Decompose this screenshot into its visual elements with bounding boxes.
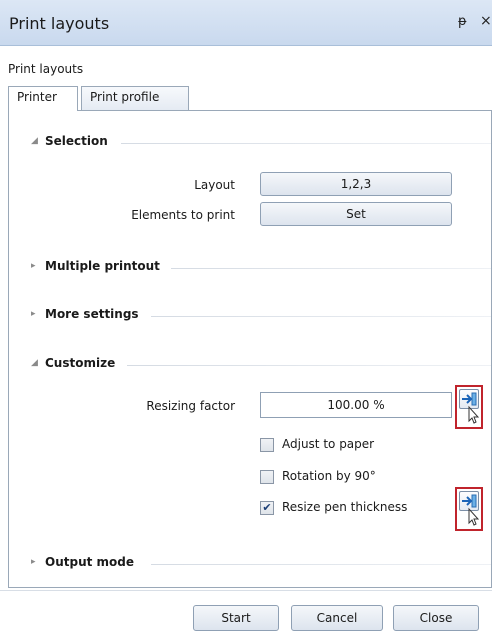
layout-button[interactable]: 1,2,3 [260, 172, 452, 196]
tab-print-profile[interactable]: Print profile [81, 86, 189, 110]
section-divider [171, 268, 491, 269]
collapsed-arrow-icon: ▸ [31, 309, 36, 319]
tab-printer[interactable]: Printer [8, 86, 78, 111]
section-multiple-printout-label: Multiple printout [45, 259, 160, 273]
section-more-settings-label: More settings [45, 307, 139, 321]
section-customize[interactable]: ◢ Customize [9, 355, 491, 375]
pin-icon[interactable]: ᵽ [458, 14, 467, 29]
apply-to-field-button[interactable] [455, 385, 483, 429]
adjust-to-paper-checkbox[interactable] [260, 438, 274, 452]
set-elements-button[interactable]: Set [260, 202, 452, 226]
close-icon[interactable]: × [480, 13, 492, 29]
section-more-settings[interactable]: ▸ More settings [9, 306, 491, 326]
panel-subtitle: Print layouts [8, 62, 84, 76]
apply-pen-thickness-button[interactable] [455, 487, 483, 531]
arrow-to-field-icon [462, 392, 480, 424]
resizing-factor-input[interactable]: 100.00 % [260, 392, 452, 418]
section-divider [127, 365, 491, 366]
section-output-mode-label: Output mode [45, 555, 135, 569]
adjust-to-paper-label: Adjust to paper [282, 437, 375, 451]
collapsed-arrow-icon: ▸ [31, 261, 36, 271]
section-divider [151, 564, 491, 565]
rotation-checkbox[interactable] [260, 470, 274, 484]
section-multiple-printout[interactable]: ▸ Multiple printout [9, 258, 491, 278]
start-button[interactable]: Start [193, 605, 279, 631]
section-selection[interactable]: ◢ Selection [9, 133, 491, 153]
close-button[interactable]: Close [393, 605, 479, 631]
expanded-arrow-icon: ◢ [31, 136, 38, 146]
section-selection-label: Selection [45, 134, 108, 148]
resize-pen-thickness-label: Resize pen thickness [282, 500, 408, 514]
section-divider [151, 316, 491, 317]
resize-pen-thickness-checkbox[interactable]: ✔ [260, 501, 274, 515]
collapsed-arrow-icon: ▸ [31, 557, 36, 567]
layout-label: Layout [194, 178, 235, 192]
section-customize-label: Customize [45, 356, 116, 370]
section-output-mode[interactable]: ▸ Output mode [9, 554, 491, 574]
section-divider [121, 143, 491, 144]
elements-to-print-label: Elements to print [131, 208, 235, 222]
print-layouts-panel: Print layouts ᵽ × Print layouts Printer … [0, 0, 492, 638]
dialog-footer: Start Cancel Close [0, 590, 492, 638]
printer-tab-content: ◢ Selection Layout 1,2,3 Elements to pri… [8, 110, 492, 588]
resizing-factor-label: Resizing factor [146, 399, 235, 413]
title-bar: Print layouts ᵽ × [0, 0, 492, 46]
expanded-arrow-icon: ◢ [31, 358, 38, 368]
arrow-to-field-icon [462, 494, 480, 526]
rotation-label: Rotation by 90° [282, 469, 376, 483]
cancel-button[interactable]: Cancel [291, 605, 383, 631]
window-title: Print layouts [9, 14, 110, 33]
